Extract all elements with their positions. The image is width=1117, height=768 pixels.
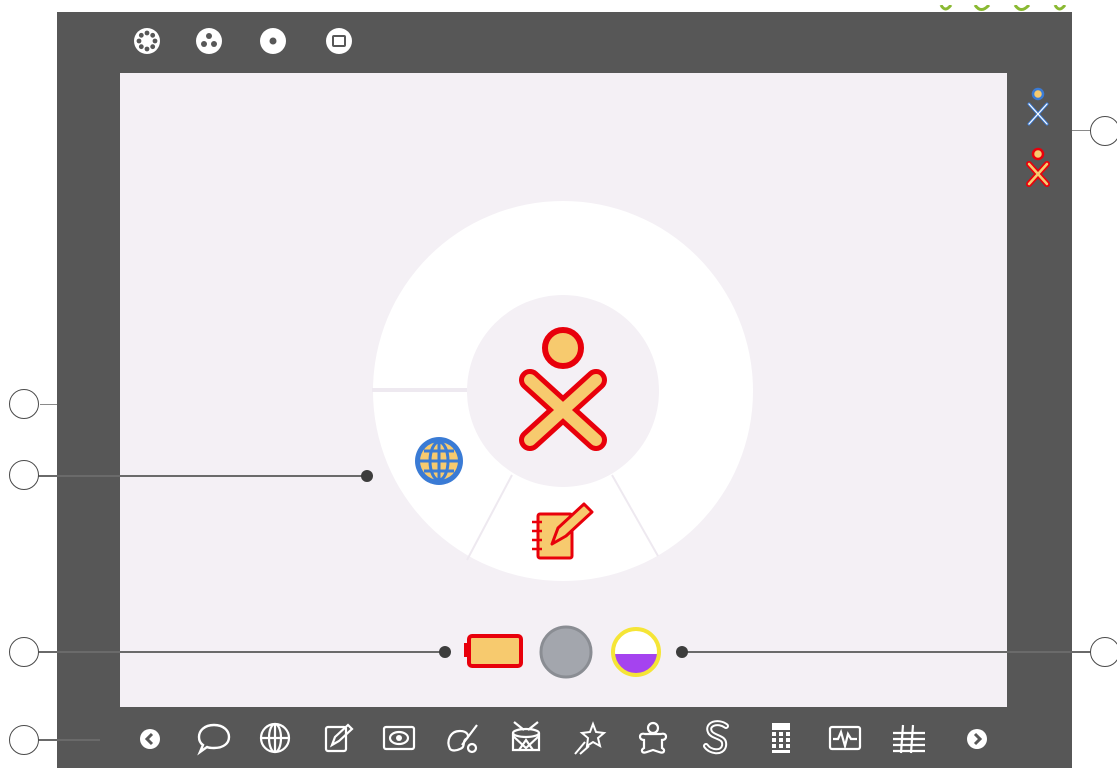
buddy-blue[interactable]: [1020, 84, 1056, 130]
battery-icon: [464, 634, 523, 668]
scratch-s-icon: [703, 720, 729, 755]
record-toolbar-button[interactable]: [380, 719, 418, 757]
music-score-icon: [893, 724, 925, 754]
scroll-right-button[interactable]: [958, 720, 996, 758]
callout-circle: [9, 725, 39, 755]
activity-view-button[interactable]: [322, 24, 356, 58]
volume-device[interactable]: [608, 624, 664, 680]
tamtam-edit-toolbar-button[interactable]: [890, 719, 928, 757]
callout-dot: [361, 470, 373, 482]
callout-circle: [1090, 637, 1117, 667]
camera-eye-icon: [382, 725, 416, 751]
paint-toolbar-button[interactable]: [443, 719, 481, 757]
xo-owner-icon: [519, 327, 607, 451]
group-view-button[interactable]: [192, 24, 226, 58]
owner-xo-button[interactable]: [510, 325, 618, 455]
scratch-toolbar-button[interactable]: [698, 719, 736, 757]
chat-activity-button[interactable]: [195, 719, 233, 757]
network-icon: [539, 625, 593, 679]
top-right-partial-icons: [935, 0, 1117, 11]
callout-circle: [1090, 116, 1117, 146]
paint-palette-icon: [447, 724, 478, 754]
browse-toolbar-button[interactable]: [256, 719, 294, 757]
home-view-button[interactable]: [256, 24, 290, 58]
buddy-xo-icon: [1027, 87, 1049, 126]
notebook-pencil-icon: [532, 502, 594, 560]
neighborhood-icon: [134, 28, 160, 54]
callout-circle: [9, 389, 39, 419]
globe-icon: [259, 722, 291, 754]
oscilloscope-icon: [828, 725, 862, 751]
callout-line-browse: [38, 475, 366, 477]
activity-icon: [326, 28, 352, 54]
creature-icon: [638, 721, 668, 754]
tamtam-toolbar-button[interactable]: [507, 719, 545, 757]
home-icon: [260, 28, 286, 54]
callout-line-toolbar: [38, 739, 100, 741]
etoys-toolbar-button[interactable]: [634, 719, 672, 757]
write-activity-button[interactable]: [528, 500, 600, 564]
chevron-left-icon: [140, 729, 160, 749]
callout-dot: [439, 646, 451, 658]
callout-line-devices-right: [681, 651, 1091, 653]
callout-line-buddies: [1072, 130, 1092, 131]
volume-icon: [611, 627, 661, 677]
calculator-icon: [772, 723, 790, 753]
browse-activity-button[interactable]: [410, 432, 468, 490]
speech-bubble-icon: [197, 723, 231, 756]
network-device[interactable]: [538, 624, 594, 680]
chevron-right-icon: [967, 729, 987, 749]
calculate-toolbar-button[interactable]: [762, 719, 800, 757]
callout-dot: [676, 646, 688, 658]
drum-icon: [511, 721, 541, 752]
buddy-red[interactable]: [1020, 144, 1056, 190]
buddy-xo-icon: [1026, 147, 1050, 187]
callout-circle: [9, 637, 39, 667]
callout-circle: [9, 460, 39, 490]
callout-line-left-1: [40, 404, 57, 405]
neighborhood-view-button[interactable]: [130, 24, 164, 58]
group-icon: [196, 28, 222, 54]
scroll-left-button[interactable]: [131, 720, 169, 758]
callout-line-devices: [38, 651, 445, 653]
turtleart-toolbar-button[interactable]: [570, 719, 608, 757]
write-toolbar-button[interactable]: [318, 719, 356, 757]
globe-icon: [415, 437, 463, 485]
notebook-pencil-icon: [324, 723, 354, 753]
shooting-star-icon: [574, 721, 607, 755]
battery-device[interactable]: [460, 633, 524, 669]
measure-toolbar-button[interactable]: [826, 719, 864, 757]
